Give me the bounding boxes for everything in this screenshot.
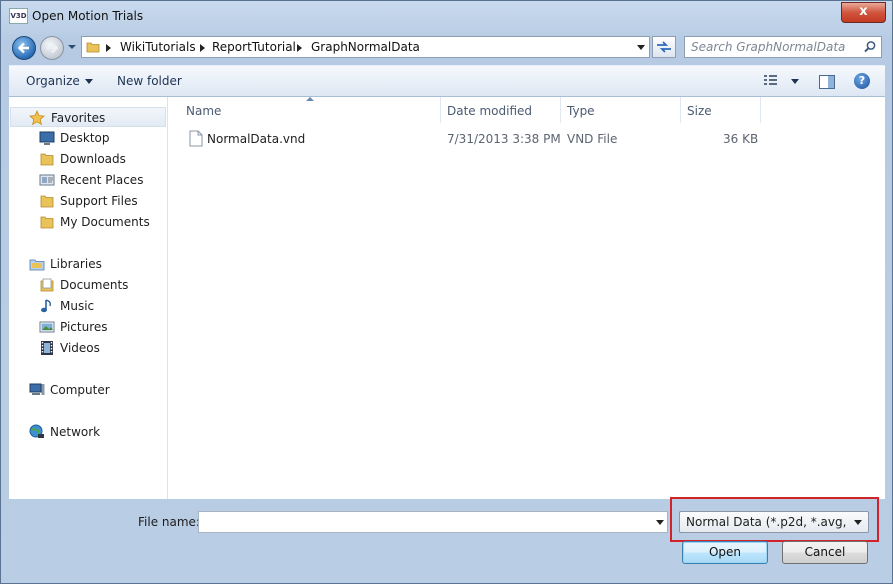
music-icon	[41, 299, 51, 313]
organize-menu[interactable]: Organize	[26, 74, 93, 88]
sidebar-item-label: Recent Places	[60, 173, 144, 187]
view-options-dropdown-icon[interactable]	[791, 79, 799, 84]
sidebar-item-computer[interactable]: Computer	[9, 380, 165, 400]
table-row[interactable]: NormalData.vnd 7/31/2013 3:38 PM VND Fil…	[168, 127, 885, 149]
breadcrumb-wikitutorials[interactable]: WikiTutorials	[120, 40, 196, 54]
column-divider[interactable]	[560, 97, 561, 123]
sidebar-item-label: Pictures	[60, 320, 108, 334]
column-header-name[interactable]: Name	[186, 104, 221, 126]
content-area: Favorites Desktop Downloads Recent Place…	[9, 97, 885, 499]
star-icon	[29, 110, 45, 126]
breadcrumb-graphnormaldata[interactable]: GraphNormalData	[311, 40, 420, 54]
recent-pages-dropdown[interactable]	[67, 41, 77, 53]
breadcrumb-separator[interactable]	[106, 44, 111, 52]
back-button[interactable]	[12, 36, 36, 60]
search-icon[interactable]	[863, 40, 877, 54]
file-name-cell[interactable]: NormalData.vnd	[207, 132, 305, 146]
forward-button[interactable]	[40, 36, 64, 60]
address-bar[interactable]: WikiTutorials ReportTutorial GraphNormal…	[81, 36, 650, 58]
date-modified-cell: 7/31/2013 3:38 PM	[447, 132, 561, 146]
address-dropdown-icon[interactable]	[637, 45, 645, 50]
folder-icon	[40, 195, 54, 208]
sidebar-item-music[interactable]: Music	[9, 296, 165, 316]
type-cell: VND File	[567, 132, 618, 146]
file-list: Name Date modified Type Size NormalData.…	[168, 97, 885, 499]
column-header-date-modified[interactable]: Date modified	[447, 104, 532, 126]
help-button[interactable]: ?	[854, 73, 870, 89]
open-button[interactable]: Open	[682, 541, 768, 564]
sidebar-item-support-files[interactable]: Support Files	[9, 191, 165, 211]
navigation-pane: Favorites Desktop Downloads Recent Place…	[9, 97, 168, 499]
recent-places-icon	[39, 174, 55, 186]
sidebar-item-label: Network	[50, 425, 101, 439]
size-cell: 36 KB	[723, 132, 759, 146]
breadcrumb-separator[interactable]	[200, 44, 205, 52]
sidebar-item-label: Videos	[60, 341, 100, 355]
breadcrumb-separator[interactable]	[297, 44, 302, 52]
refresh-button[interactable]	[652, 36, 676, 58]
sidebar-item-label: Support Files	[60, 194, 138, 208]
open-dialog-window: V3D Open Motion Trials x WikiTutorials R…	[0, 0, 893, 584]
sidebar-item-label: Libraries	[50, 257, 102, 271]
forward-arrow-icon	[47, 42, 59, 54]
sidebar-item-network[interactable]: Network	[9, 422, 165, 442]
folder-icon	[86, 42, 100, 53]
column-header-size[interactable]: Size	[687, 104, 712, 126]
sidebar-item-label: Computer	[50, 383, 110, 397]
sidebar-item-videos[interactable]: Videos	[9, 338, 165, 358]
title-bar: V3D Open Motion Trials x	[1, 1, 892, 31]
app-icon: V3D	[9, 8, 28, 24]
sidebar-item-pictures[interactable]: Pictures	[9, 317, 165, 337]
computer-icon	[29, 383, 45, 395]
cancel-button[interactable]: Cancel	[782, 541, 868, 564]
search-box[interactable]: Search GraphNormalData	[684, 36, 882, 58]
change-view-icon[interactable]	[763, 74, 781, 88]
sidebar-item-label: Documents	[60, 278, 129, 292]
sidebar-item-my-documents[interactable]: My Documents	[9, 212, 165, 232]
file-name-field[interactable]	[198, 511, 668, 533]
sort-ascending-icon	[306, 97, 314, 101]
window-title: Open Motion Trials	[32, 9, 144, 23]
file-icon	[189, 130, 203, 147]
sidebar-item-libraries[interactable]: Libraries	[9, 254, 165, 274]
sidebar-item-favorites[interactable]: Favorites	[10, 107, 166, 127]
chevron-down-icon	[84, 79, 93, 84]
sidebar-item-documents[interactable]: Documents	[9, 275, 165, 295]
refresh-icon	[657, 41, 671, 53]
column-divider[interactable]	[760, 97, 761, 123]
folder-icon	[40, 153, 54, 166]
sidebar-item-desktop[interactable]: Desktop	[9, 128, 165, 148]
organize-label: Organize	[26, 74, 80, 88]
sidebar-item-label: Favorites	[51, 111, 106, 125]
breadcrumb-reporttutorial[interactable]: ReportTutorial	[212, 40, 296, 54]
sidebar-item-label: My Documents	[60, 215, 150, 229]
sidebar-item-label: Music	[60, 299, 95, 313]
column-divider[interactable]	[680, 97, 681, 123]
desktop-icon	[39, 131, 55, 145]
file-name-dropdown-icon[interactable]	[656, 520, 664, 525]
documents-icon	[40, 278, 54, 292]
filter-highlight-box	[670, 497, 879, 542]
network-icon	[29, 424, 44, 438]
libraries-icon	[29, 259, 45, 271]
videos-icon	[41, 341, 53, 355]
close-button[interactable]: x	[841, 2, 886, 23]
sidebar-item-downloads[interactable]: Downloads	[9, 149, 165, 169]
folder-icon	[40, 216, 54, 229]
column-header-type[interactable]: Type	[567, 104, 595, 126]
new-folder-button[interactable]: New folder	[117, 74, 182, 88]
pictures-icon	[39, 321, 55, 333]
column-divider[interactable]	[440, 97, 441, 123]
back-arrow-icon	[17, 42, 29, 54]
preview-pane-icon[interactable]	[818, 74, 836, 90]
sidebar-item-label: Downloads	[60, 152, 126, 166]
sidebar-item-label: Desktop	[60, 131, 110, 145]
search-input[interactable]: Search GraphNormalData	[691, 40, 845, 54]
command-toolbar: Organize New folder ?	[9, 65, 885, 97]
sidebar-item-recent-places[interactable]: Recent Places	[9, 170, 165, 190]
file-name-label: File name:	[138, 515, 200, 529]
